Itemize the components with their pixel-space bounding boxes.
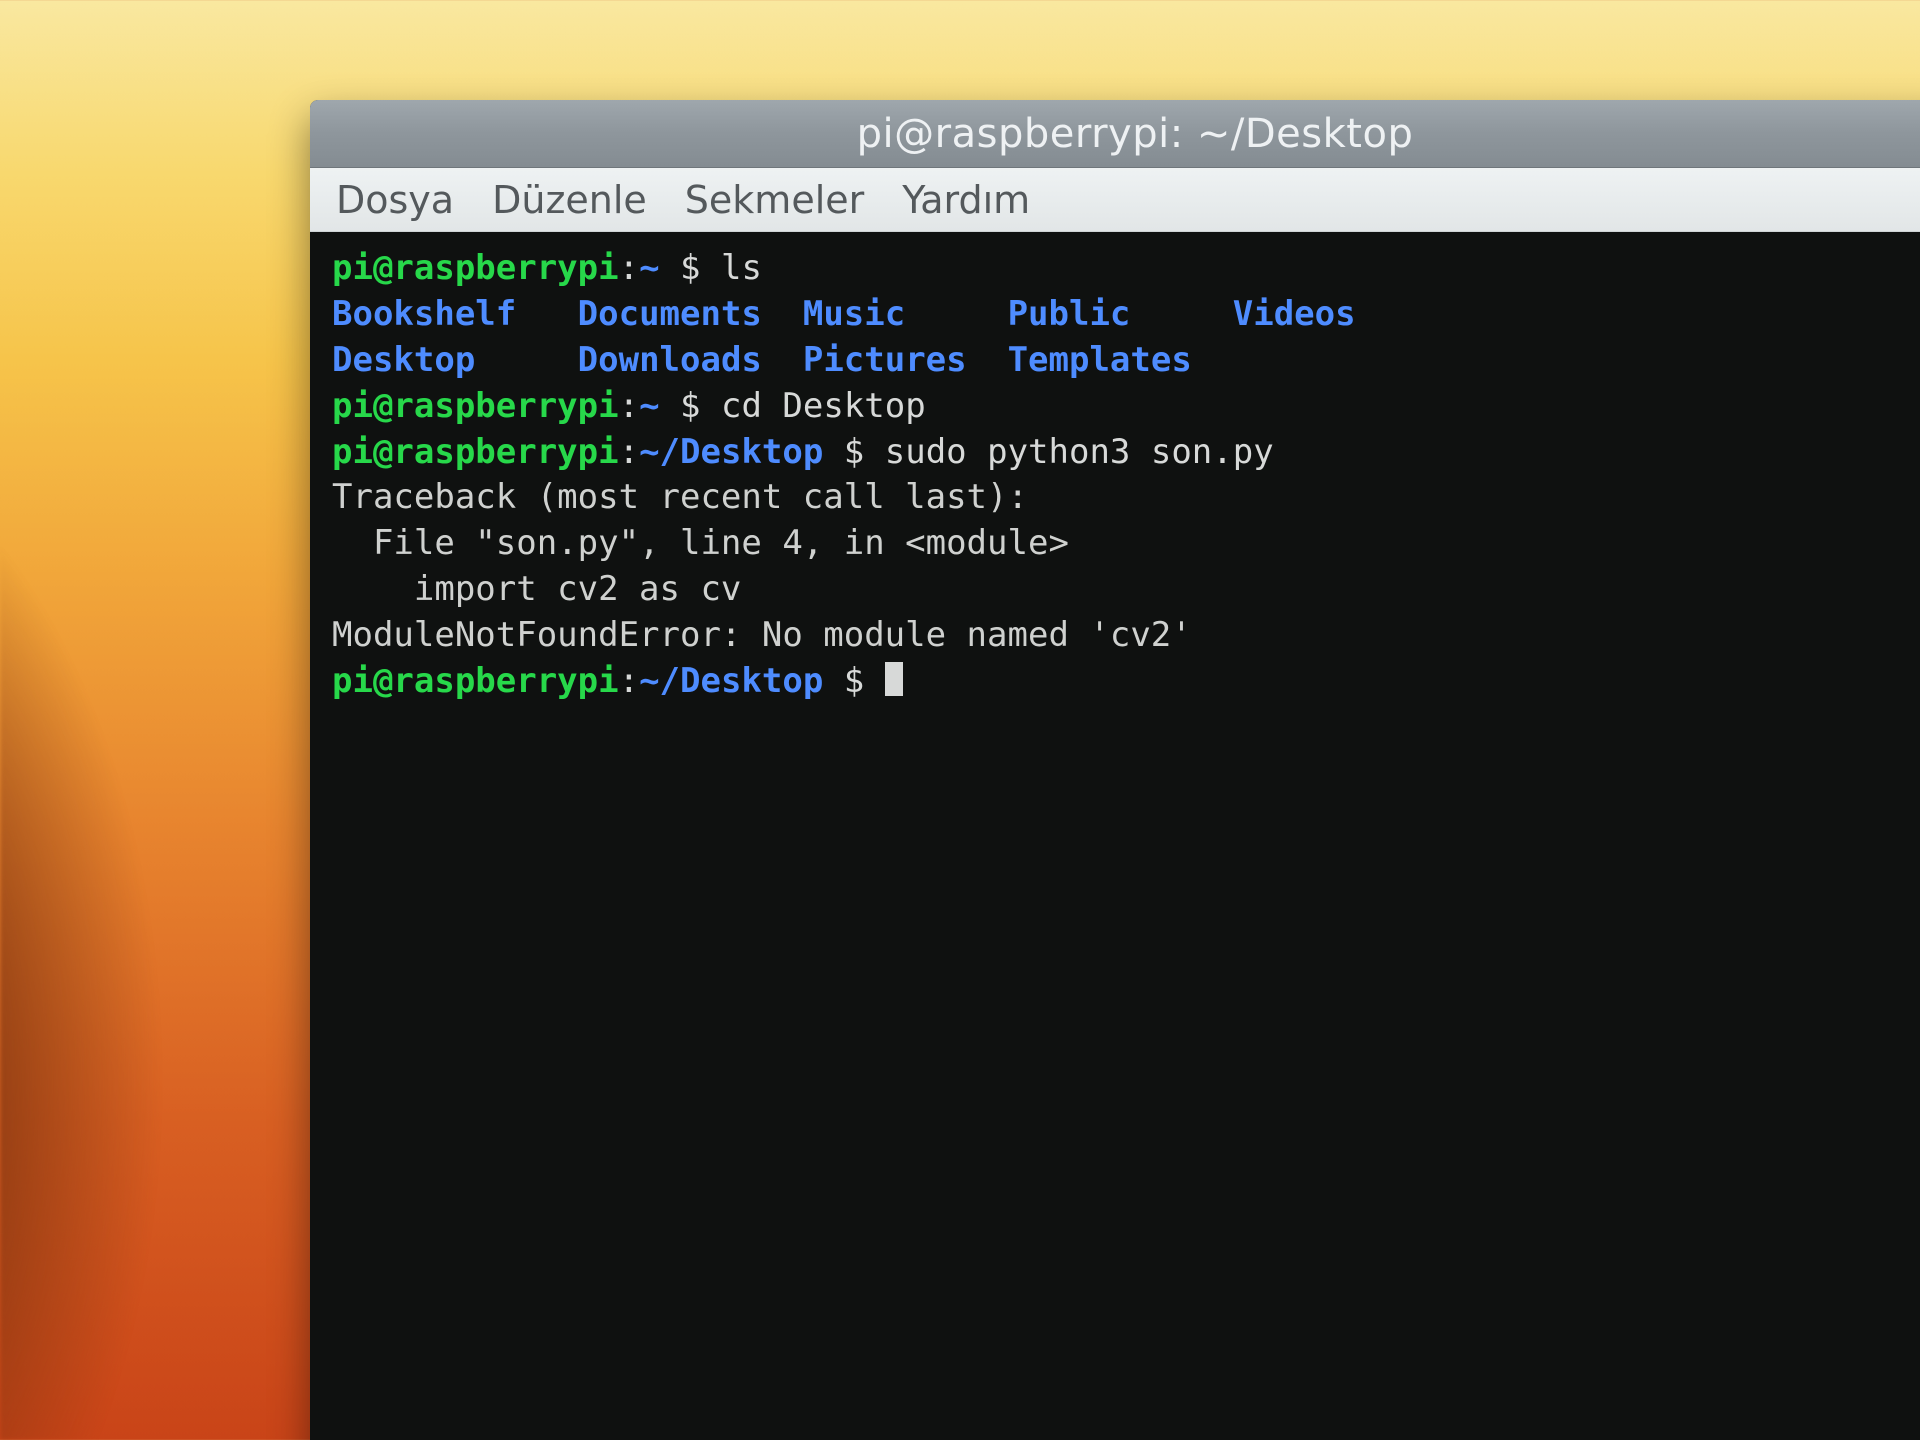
ls-item: Desktop — [332, 340, 475, 380]
traceback-line: ModuleNotFoundError: No module named 'cv… — [332, 615, 1192, 655]
prompt-user-host: pi@raspberrypi — [332, 248, 619, 288]
cursor — [885, 662, 903, 696]
menu-file[interactable]: Dosya — [336, 178, 454, 222]
prompt-dollar: $ — [680, 386, 700, 426]
prompt-user-host: pi@raspberrypi — [332, 386, 619, 426]
prompt-sep: : — [619, 248, 639, 288]
prompt-sep: : — [619, 432, 639, 472]
prompt-dollar: $ — [844, 661, 864, 701]
prompt-dollar: $ — [680, 248, 700, 288]
cmd-ls: ls — [721, 248, 762, 288]
menu-edit[interactable]: Düzenle — [492, 178, 647, 222]
traceback-line: Traceback (most recent call last): — [332, 477, 1028, 517]
terminal-output: pi@raspberrypi:~ $ ls Bookshelf Document… — [332, 246, 1920, 705]
window-titlebar[interactable]: pi@raspberrypi: ~/Desktop — [310, 100, 1920, 168]
prompt-dollar: $ — [844, 432, 864, 472]
cmd-cd: cd Desktop — [721, 386, 926, 426]
menubar: Dosya Düzenle Sekmeler Yardım — [310, 168, 1920, 232]
cmd-python: sudo python3 son.py — [885, 432, 1274, 472]
prompt-user-host: pi@raspberrypi — [332, 432, 619, 472]
terminal-body[interactable]: pi@raspberrypi:~ $ ls Bookshelf Document… — [310, 232, 1920, 1440]
ls-item: Videos — [1233, 294, 1356, 334]
traceback-line: import cv2 as cv — [332, 569, 741, 609]
ls-item: Documents — [578, 294, 762, 334]
traceback-line: File "son.py", line 4, in <module> — [332, 523, 1069, 563]
ls-item: Music — [803, 294, 905, 334]
terminal-window: pi@raspberrypi: ~/Desktop Dosya Düzenle … — [310, 100, 1920, 1440]
ls-item: Pictures — [803, 340, 967, 380]
prompt-path: ~/Desktop — [639, 432, 823, 472]
ls-item: Templates — [1008, 340, 1192, 380]
ls-item: Public — [1008, 294, 1131, 334]
prompt-sep: : — [619, 661, 639, 701]
menu-tabs[interactable]: Sekmeler — [685, 178, 864, 222]
prompt-path: ~/Desktop — [639, 661, 823, 701]
prompt-user-host: pi@raspberrypi — [332, 661, 619, 701]
prompt-sep: : — [619, 386, 639, 426]
ls-item: Downloads — [578, 340, 762, 380]
ls-item: Bookshelf — [332, 294, 516, 334]
menu-help[interactable]: Yardım — [902, 178, 1030, 222]
window-title: pi@raspberrypi: ~/Desktop — [857, 111, 1414, 157]
prompt-path: ~ — [639, 248, 659, 288]
prompt-path: ~ — [639, 386, 659, 426]
wallpaper-silhouette — [0, 180, 340, 1440]
